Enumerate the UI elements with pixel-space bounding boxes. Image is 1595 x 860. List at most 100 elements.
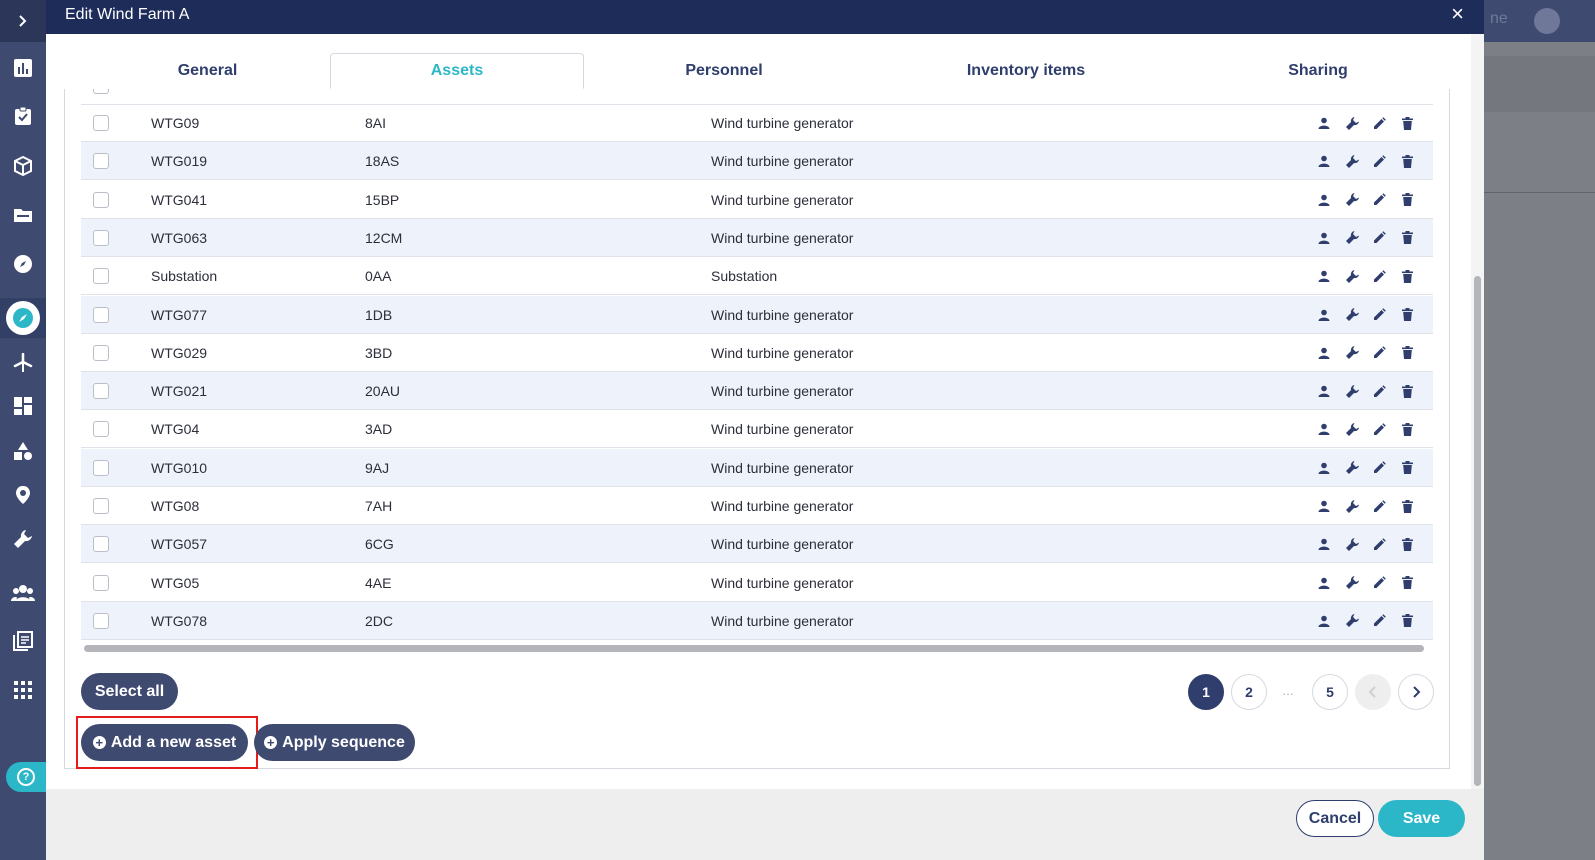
sidebar-item-categories[interactable] xyxy=(0,431,46,471)
sidebar-item-dashboard[interactable] xyxy=(0,48,46,88)
sidebar-item-widgets[interactable] xyxy=(0,386,46,426)
wrench-icon[interactable] xyxy=(1343,152,1361,170)
sidebar-item-turbines[interactable] xyxy=(0,343,46,383)
trash-icon[interactable] xyxy=(1398,267,1416,285)
person-icon[interactable] xyxy=(1315,114,1333,132)
vertical-scrollbar[interactable] xyxy=(1474,276,1481,786)
wrench-icon[interactable] xyxy=(1343,497,1361,515)
trash-icon[interactable] xyxy=(1398,152,1416,170)
wrench-icon[interactable] xyxy=(1343,382,1361,400)
sidebar-item-sites[interactable] xyxy=(0,298,46,338)
person-icon[interactable] xyxy=(1315,459,1333,477)
tab-personnel[interactable]: Personnel xyxy=(597,53,851,89)
person-icon[interactable] xyxy=(1315,612,1333,630)
trash-icon[interactable] xyxy=(1398,420,1416,438)
person-icon[interactable] xyxy=(1315,535,1333,553)
sidebar-item-locations[interactable] xyxy=(0,475,46,515)
trash-icon[interactable] xyxy=(1398,612,1416,630)
pencil-icon[interactable] xyxy=(1370,267,1388,285)
tab-sharing[interactable]: Sharing xyxy=(1191,53,1445,89)
trash-icon[interactable] xyxy=(1398,344,1416,362)
pencil-icon[interactable] xyxy=(1370,612,1388,630)
trash-icon[interactable] xyxy=(1398,574,1416,592)
pencil-icon[interactable] xyxy=(1370,306,1388,324)
pencil-icon[interactable] xyxy=(1370,459,1388,477)
row-checkbox[interactable] xyxy=(93,268,109,285)
wrench-icon[interactable] xyxy=(1343,344,1361,362)
pencil-icon[interactable] xyxy=(1370,344,1388,362)
next-page-button[interactable] xyxy=(1398,674,1434,710)
sidebar-item-explore[interactable] xyxy=(0,244,46,284)
tab-assets[interactable]: Assets xyxy=(330,53,584,89)
person-icon[interactable] xyxy=(1315,344,1333,362)
pencil-icon[interactable] xyxy=(1370,191,1388,209)
wrench-icon[interactable] xyxy=(1343,306,1361,324)
trash-icon[interactable] xyxy=(1398,306,1416,324)
wrench-icon[interactable] xyxy=(1343,574,1361,592)
person-icon[interactable] xyxy=(1315,574,1333,592)
sidebar-item-reports[interactable] xyxy=(0,621,46,661)
wrench-icon[interactable] xyxy=(1343,459,1361,477)
save-button[interactable]: Save xyxy=(1378,800,1465,837)
row-checkbox[interactable] xyxy=(93,191,109,208)
wrench-icon[interactable] xyxy=(1343,612,1361,630)
wrench-icon[interactable] xyxy=(1343,267,1361,285)
row-checkbox[interactable] xyxy=(93,536,109,553)
trash-icon[interactable] xyxy=(1398,459,1416,477)
person-icon[interactable] xyxy=(1315,306,1333,324)
page-1-button[interactable]: 1 xyxy=(1188,674,1224,710)
person-icon[interactable] xyxy=(1315,267,1333,285)
pencil-icon[interactable] xyxy=(1370,382,1388,400)
help-button[interactable]: ? xyxy=(6,762,46,792)
cancel-button[interactable]: Cancel xyxy=(1296,800,1374,837)
sidebar-item-apps[interactable] xyxy=(0,670,46,710)
sidebar-item-documents[interactable] xyxy=(0,195,46,235)
row-checkbox[interactable] xyxy=(93,421,109,438)
row-checkbox[interactable] xyxy=(93,459,109,476)
row-checkbox[interactable] xyxy=(93,344,109,361)
trash-icon[interactable] xyxy=(1398,535,1416,553)
pencil-icon[interactable] xyxy=(1370,114,1388,132)
pencil-icon[interactable] xyxy=(1370,229,1388,247)
sidebar-item-maintenance[interactable] xyxy=(0,519,46,559)
person-icon[interactable] xyxy=(1315,382,1333,400)
sidebar-item-people[interactable] xyxy=(0,573,46,613)
trash-icon[interactable] xyxy=(1398,191,1416,209)
row-checkbox[interactable] xyxy=(93,306,109,323)
row-checkbox[interactable] xyxy=(93,153,109,170)
pencil-icon[interactable] xyxy=(1370,420,1388,438)
tab-inventory-items[interactable]: Inventory items xyxy=(899,53,1153,89)
trash-icon[interactable] xyxy=(1398,114,1416,132)
person-icon[interactable] xyxy=(1315,497,1333,515)
pencil-icon[interactable] xyxy=(1370,497,1388,515)
wrench-icon[interactable] xyxy=(1343,191,1361,209)
page-2-button[interactable]: 2 xyxy=(1231,674,1267,710)
trash-icon[interactable] xyxy=(1398,497,1416,515)
wrench-icon[interactable] xyxy=(1343,229,1361,247)
sidebar-item-tasks[interactable] xyxy=(0,96,46,136)
person-icon[interactable] xyxy=(1315,152,1333,170)
close-icon[interactable]: × xyxy=(1451,2,1464,26)
row-checkbox[interactable] xyxy=(93,574,109,591)
wrench-icon[interactable] xyxy=(1343,114,1361,132)
previous-page-button[interactable] xyxy=(1355,674,1391,710)
row-checkbox[interactable] xyxy=(93,89,109,94)
trash-icon[interactable] xyxy=(1398,382,1416,400)
row-checkbox[interactable] xyxy=(93,498,109,514)
trash-icon[interactable] xyxy=(1398,229,1416,247)
expand-sidebar-button[interactable] xyxy=(0,0,46,42)
person-icon[interactable] xyxy=(1315,191,1333,209)
row-checkbox[interactable] xyxy=(93,383,109,400)
row-checkbox[interactable] xyxy=(93,612,109,629)
select-all-button[interactable]: Select all xyxy=(81,673,178,710)
pencil-icon[interactable] xyxy=(1370,535,1388,553)
add-new-asset-button[interactable]: + Add a new asset xyxy=(81,724,248,761)
person-icon[interactable] xyxy=(1315,229,1333,247)
wrench-icon[interactable] xyxy=(1343,535,1361,553)
row-checkbox[interactable] xyxy=(93,229,109,246)
pencil-icon[interactable] xyxy=(1370,152,1388,170)
apply-sequence-button[interactable]: + Apply sequence xyxy=(254,724,415,761)
wrench-icon[interactable] xyxy=(1343,420,1361,438)
tab-general[interactable]: General xyxy=(81,53,334,89)
sidebar-item-inventory[interactable] xyxy=(0,146,46,186)
